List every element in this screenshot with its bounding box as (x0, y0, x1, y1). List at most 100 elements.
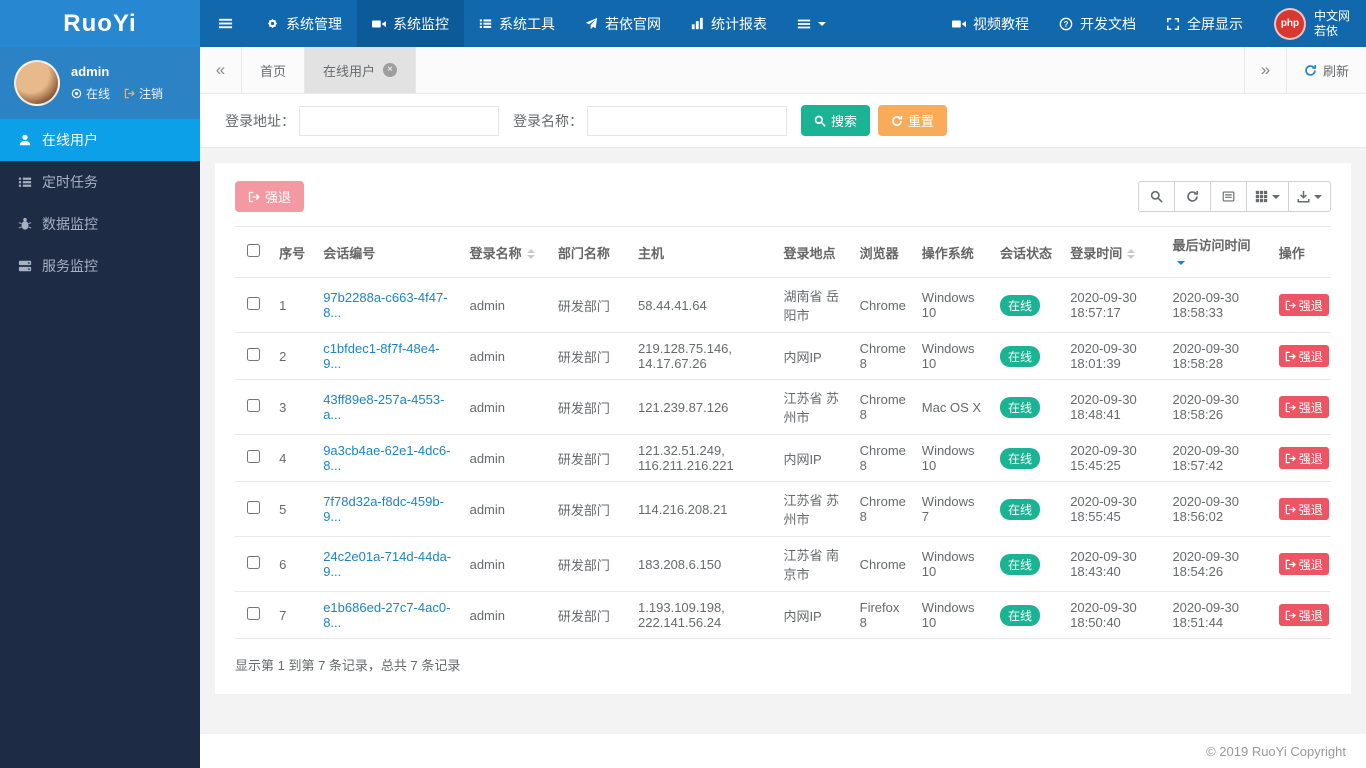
last-access-cell: 2020-09-30 18:51:44 (1164, 591, 1271, 639)
header-login-name[interactable]: 登录名称 (461, 226, 550, 278)
session-id-cell: 7f78d32a-f8dc-459b-9... (315, 481, 462, 537)
os-cell: Windows 10 (913, 591, 992, 639)
tab-close-icon[interactable]: × (383, 63, 398, 77)
sidebar-item-online-users[interactable]: 在线用户 (0, 119, 200, 161)
tab-home[interactable]: 首页 (242, 47, 306, 93)
row-checkbox[interactable] (246, 348, 260, 361)
session-id-link[interactable]: 97b2288a-c663-4f47-8... (323, 290, 447, 320)
refresh-icon (1187, 190, 1199, 202)
bar-chart-icon (691, 17, 703, 30)
browser-cell: Chrome 8 (851, 481, 914, 537)
sidebar-item-data-monitor[interactable]: 数据监控 (0, 203, 200, 245)
export-button[interactable] (1288, 181, 1331, 212)
session-id-cell: e1b686ed-27c7-4ac0-8... (315, 591, 462, 639)
tab-online-users[interactable]: 在线用户 × (305, 47, 417, 93)
action-cell: 强退 (1270, 277, 1331, 333)
location-cell: 内网IP (775, 332, 852, 380)
nav-item-video-tutorial[interactable]: 视频教程 (937, 0, 1044, 47)
row-checkbox[interactable] (246, 450, 260, 463)
location-cell: 江苏省 苏州市 (775, 379, 852, 435)
header-host: 主机 (630, 226, 776, 278)
tabs-scroll-left-button[interactable]: « (200, 47, 242, 93)
row-checkbox-cell (235, 481, 272, 537)
select-all-checkbox[interactable] (246, 244, 260, 257)
nav-item-system-management[interactable]: 系统管理 (251, 0, 357, 47)
nav-item-fullscreen[interactable]: 全屏显示 (1151, 0, 1258, 47)
video-camera-icon (372, 20, 386, 27)
session-id-link[interactable]: e1b686ed-27c7-4ac0-8... (323, 600, 450, 630)
host-cell: 183.208.6.150 (630, 536, 776, 592)
status-badge: 在线 (1000, 498, 1041, 520)
force-logout-button[interactable]: 强退 (1278, 447, 1329, 469)
header-last-access-time[interactable]: 最后访问时间 (1164, 226, 1271, 278)
search-button[interactable]: 搜索 (801, 105, 871, 136)
nav-item-dev-docs[interactable]: ? 开发文档 (1044, 0, 1151, 47)
force-logout-button[interactable]: 强退 (1278, 604, 1329, 626)
login-name-input[interactable] (587, 105, 787, 136)
force-logout-button[interactable]: 强退 (1278, 345, 1329, 367)
user-avatar[interactable] (14, 60, 60, 106)
login-address-input[interactable] (299, 105, 499, 136)
row-checkbox[interactable] (246, 501, 260, 514)
nav-item-official-site[interactable]: 若依官网 (570, 0, 676, 47)
session-id-link[interactable]: c1bfdec1-8f7f-48e4-9... (323, 341, 439, 371)
refresh-icon (892, 115, 903, 126)
header-login-time[interactable]: 登录时间 (1062, 226, 1165, 278)
tabs-scroll-right-button[interactable]: » (1243, 47, 1286, 93)
force-logout-button[interactable]: 强退 (1278, 396, 1329, 418)
row-checkbox[interactable] (246, 556, 260, 569)
sidebar-item-scheduled-tasks[interactable]: 定时任务 (0, 161, 200, 203)
tasks-icon (18, 177, 32, 187)
status-badge: 在线 (1000, 553, 1041, 575)
action-cell: 强退 (1270, 481, 1331, 537)
session-id-cell: 24c2e01a-714d-44da-9... (315, 536, 462, 592)
top-navbar: 系统管理 系统监控 系统工具 若依官网 统计报表 视频教程 ? 开发文档 全屏显… (200, 0, 1366, 47)
login-time-cell: 2020-09-30 18:57:17 (1062, 277, 1165, 333)
sort-icon (526, 249, 535, 260)
sidebar-item-server-monitor[interactable]: 服务监控 (0, 245, 200, 287)
brand-logo[interactable]: RuoYi (0, 0, 200, 47)
copyright-text: © 2019 RuoYi Copyright (1206, 743, 1346, 759)
detail-view-icon (1222, 191, 1235, 202)
sign-out-icon (1285, 559, 1296, 569)
nav-item-system-monitor[interactable]: 系统监控 (357, 0, 464, 47)
login-time-cell: 2020-09-30 15:45:25 (1062, 434, 1165, 482)
layout-menu-dropdown[interactable] (782, 0, 841, 47)
header-num: 序号 (271, 226, 316, 278)
status-cell: 在线 (992, 379, 1063, 435)
row-checkbox[interactable] (246, 399, 260, 412)
session-id-cell: c1bfdec1-8f7f-48e4-9... (315, 332, 462, 380)
toggle-search-button[interactable] (1138, 181, 1175, 212)
session-id-link[interactable]: 24c2e01a-714d-44da-9... (323, 549, 451, 579)
force-logout-button[interactable]: 强退 (1278, 498, 1329, 520)
row-checkbox-cell (235, 277, 272, 333)
status-badge: 在线 (1000, 345, 1041, 367)
row-num: 1 (271, 277, 316, 333)
sidebar-toggle-button[interactable] (200, 0, 251, 47)
nav-item-system-tools[interactable]: 系统工具 (464, 0, 570, 47)
tab-refresh-button[interactable]: 刷新 (1285, 47, 1366, 93)
browser-cell: Chrome (851, 277, 914, 333)
table-row: 3 43ff89e8-257a-4553-a... admin 研发部门 121.239… (235, 379, 1331, 435)
card-toolbar: 强退 (235, 181, 1331, 212)
force-logout-button[interactable]: 强退 (1278, 553, 1329, 575)
navbar-user-name: 若依 (1313, 23, 1338, 38)
force-logout-button[interactable]: 强退 (1278, 294, 1329, 316)
columns-button[interactable] (1246, 181, 1289, 212)
table-row: 4 9a3cb4ae-62e1-4dc6-8... admin 研发部门 121.32.… (235, 434, 1331, 482)
session-id-link[interactable]: 9a3cb4ae-62e1-4dc6-8... (323, 443, 450, 473)
nav-item-statistics-report[interactable]: 统计报表 (676, 0, 782, 47)
login-name-cell: admin (461, 434, 550, 482)
refresh-table-button[interactable] (1174, 181, 1211, 212)
row-checkbox[interactable] (246, 607, 260, 620)
detail-view-button[interactable] (1210, 181, 1247, 212)
row-checkbox[interactable] (246, 297, 260, 310)
session-id-link[interactable]: 7f78d32a-f8dc-459b-9... (323, 494, 444, 524)
batch-force-logout-button[interactable]: 强退 (235, 181, 305, 212)
logout-link[interactable]: 注销 (124, 85, 163, 102)
fullscreen-icon (1166, 17, 1179, 30)
navbar-user-menu[interactable]: php 中文网 若依 (1258, 0, 1366, 47)
session-id-link[interactable]: 43ff89e8-257a-4553-a... (323, 392, 444, 422)
action-cell: 强退 (1270, 434, 1331, 482)
reset-button[interactable]: 重置 (878, 105, 948, 136)
